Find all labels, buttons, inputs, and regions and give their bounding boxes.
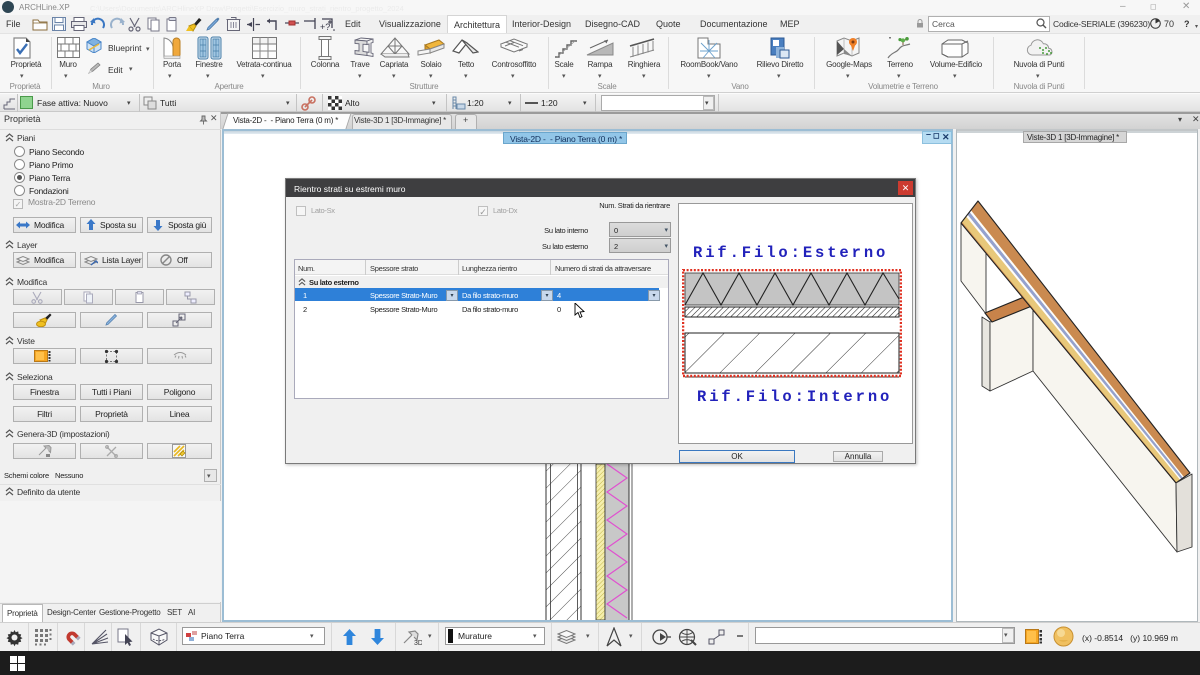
svg-text:3D: 3D [414,640,422,647]
svg-text:+?: +? [320,22,330,32]
